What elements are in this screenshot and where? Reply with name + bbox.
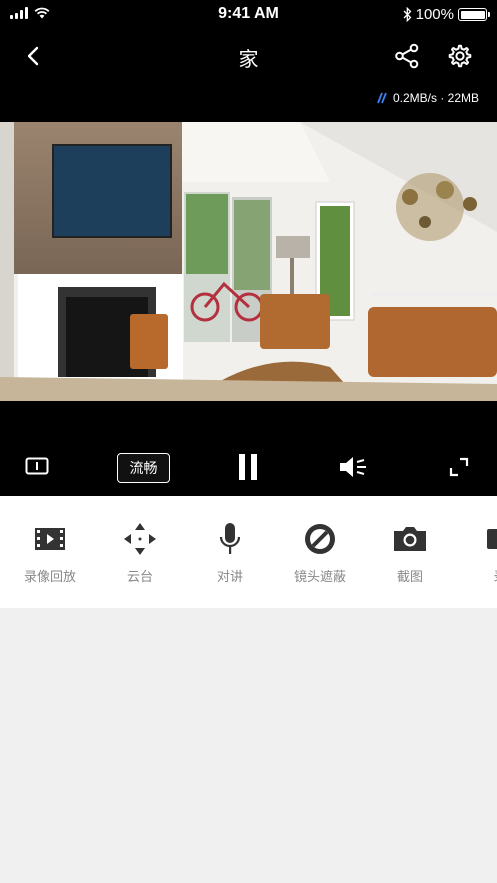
- status-bar: 9:41 AM 100%: [0, 0, 497, 30]
- speaker-mute-icon: [340, 457, 366, 477]
- stream-speed-text: 0.2MB/s · 22MB: [392, 91, 479, 105]
- data-transfer-icon: [377, 92, 387, 104]
- nav-bar: 家: [0, 30, 497, 82]
- stream-speed: 0.2MB/s · 22MB: [376, 91, 479, 105]
- lens-block-icon: [305, 524, 335, 554]
- tool-playback[interactable]: 录像回放: [5, 496, 95, 608]
- mute-button[interactable]: [338, 456, 368, 478]
- tool-record[interactable]: 录: [455, 496, 497, 608]
- app: 9:41 AM 100% 家 0.2MB/s · 22MB 流畅 录像回放 云台…: [0, 0, 497, 883]
- tool-playback-label: 录像回放: [23, 570, 76, 585]
- content-area: [0, 608, 497, 883]
- tool-lens-cover[interactable]: 镜头遮蔽: [275, 496, 365, 608]
- fullscreen-icon: [449, 457, 469, 477]
- function-toolbar: 录像回放 云台 对讲 镜头遮蔽 截图: [0, 496, 497, 608]
- film-icon: [35, 528, 65, 550]
- fullscreen-button[interactable]: [449, 457, 469, 477]
- tool-ptz[interactable]: 云台: [95, 496, 185, 608]
- ptz-arrows-icon: [124, 523, 156, 555]
- battery-icon: [458, 8, 490, 21]
- pause-icon: [239, 454, 257, 480]
- microphone-icon: [219, 523, 241, 554]
- quality-button[interactable]: 流畅: [117, 453, 170, 483]
- tool-lens-cover-label: 镜头遮蔽: [293, 570, 346, 585]
- tool-record-label: 录: [493, 566, 497, 585]
- battery-percent: 100%: [415, 6, 454, 23]
- tool-intercom-label: 对讲: [216, 570, 243, 585]
- share-icon[interactable]: [394, 43, 420, 69]
- camera-icon: [394, 527, 426, 551]
- page-title: 家: [238, 47, 259, 71]
- record-icon: [487, 529, 497, 549]
- live-video-feed[interactable]: [0, 122, 497, 401]
- tool-intercom[interactable]: 对讲: [185, 496, 275, 608]
- info-icon: [25, 457, 49, 475]
- camera-video-image: [0, 122, 497, 401]
- gear-icon[interactable]: [447, 43, 473, 69]
- tool-screenshot-label: 截图: [396, 570, 423, 585]
- tool-screenshot[interactable]: 截图: [365, 496, 455, 608]
- pause-button[interactable]: [238, 454, 258, 480]
- stream-info-bar: 0.2MB/s · 22MB: [0, 82, 497, 122]
- info-toggle-button[interactable]: [25, 457, 49, 475]
- tool-ptz-label: 云台: [126, 570, 153, 585]
- bluetooth-icon: [403, 7, 412, 22]
- status-right: 100%: [403, 6, 490, 23]
- playback-controls: 流畅: [0, 401, 497, 496]
